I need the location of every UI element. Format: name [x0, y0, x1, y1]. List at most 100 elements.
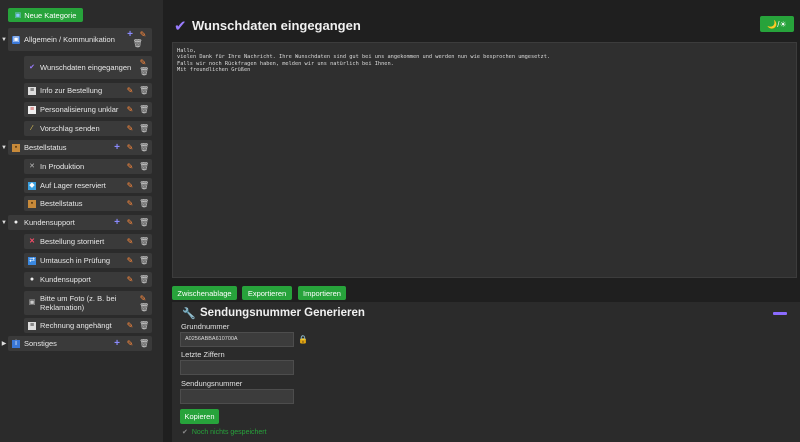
checkmark-icon: ✔	[29, 63, 35, 71]
edit-icon[interactable]: ✎	[126, 275, 134, 284]
trash-icon[interactable]: 🗑	[139, 124, 149, 133]
template-label: In Produktion	[40, 162, 85, 171]
collapse-arrow-icon[interactable]: ▼	[1, 220, 7, 226]
trash-icon[interactable]: 🗑	[139, 68, 149, 76]
last-digits-input[interactable]	[180, 360, 294, 375]
template-label: Rechnung angehängt	[40, 321, 112, 330]
edit-icon[interactable]: ✎	[126, 143, 134, 152]
category-allgemein[interactable]: ▼ ▣ Allgemein / Kommunikation + ✎ 🗑	[1, 28, 152, 51]
camera-icon: ▣	[28, 299, 36, 306]
base-number-label: Grundnummer	[181, 322, 230, 331]
checkmark-icon: ✔	[174, 18, 187, 35]
new-category-button[interactable]: ▣ Neue Kategorie	[8, 8, 83, 22]
trash-icon[interactable]: 🗑	[139, 162, 149, 171]
package-icon: ▪	[12, 143, 20, 152]
template-item[interactable]: ● Kundensupport ✎ 🗑	[24, 272, 152, 287]
template-label: Bestellung storniert	[40, 237, 105, 246]
template-label: Bitte um Foto (z. B. bei Reklamation)	[40, 294, 117, 312]
edit-icon[interactable]: ✎	[126, 237, 134, 246]
save-status: ✔ Noch nichts gespeichert	[182, 428, 267, 437]
category-sonstiges[interactable]: ▶ i Sonstiges + ✎ 🗑	[2, 336, 152, 351]
trash-icon[interactable]: 🗑	[139, 339, 149, 348]
template-item[interactable]: ▪ Bestellstatus ✎ 🗑	[24, 196, 152, 211]
collapse-arrow-icon[interactable]: ▼	[1, 145, 7, 151]
base-number-input[interactable]: A0256ABBA610700A	[180, 332, 294, 347]
add-icon[interactable]: +	[126, 30, 134, 40]
template-item[interactable]: ≡ Info zur Bestellung ✎ 🗑	[24, 83, 152, 98]
edit-icon[interactable]: ✎	[126, 162, 134, 171]
theme-toggle-button[interactable]: 🌙/☀	[760, 16, 794, 32]
add-icon[interactable]: +	[113, 217, 121, 227]
template-label: Personalisierung unklar	[40, 105, 119, 114]
last-digits-label: Letzte Ziffern	[181, 350, 225, 359]
collapse-arrow-icon[interactable]: ▼	[1, 37, 7, 43]
chat-icon: ●	[13, 218, 19, 226]
edit-icon[interactable]: ✎	[139, 31, 147, 39]
trash-icon[interactable]: 🗑	[139, 275, 149, 284]
category-bestellstatus[interactable]: ▼ ▪ Bestellstatus + ✎ 🗑	[1, 140, 152, 155]
document-icon: ≡	[28, 321, 36, 330]
edit-icon[interactable]: ✎	[126, 124, 134, 133]
template-label: Kundensupport	[40, 275, 91, 284]
sidebar-scrollbar[interactable]	[165, 0, 171, 442]
trash-icon[interactable]: 🗑	[139, 105, 149, 114]
edit-icon[interactable]: ✎	[126, 321, 134, 330]
trash-icon[interactable]: 🗑	[139, 86, 149, 95]
add-icon[interactable]: +	[113, 142, 121, 152]
checkmark-icon: ✔	[182, 429, 188, 436]
template-item[interactable]: ✕ Bestellung storniert ✎ 🗑	[24, 234, 152, 249]
wrench-icon: 🔧	[182, 308, 196, 320]
template-label: Wunschdaten eingegangen	[40, 63, 132, 72]
category-kundensupport[interactable]: ▼ ● Kundensupport + ✎ 🗑	[1, 215, 152, 230]
category-label: Kundensupport	[24, 218, 75, 227]
trash-icon[interactable]: 🗑	[139, 218, 149, 227]
edit-icon[interactable]: ✎	[139, 59, 147, 67]
tools-icon: ✕	[29, 162, 35, 170]
copy-button[interactable]: Kopieren	[180, 409, 219, 424]
template-item[interactable]: ≡ Personalisierung unklar ✎ 🗑	[24, 102, 152, 117]
edit-icon[interactable]: ✎	[126, 86, 134, 95]
new-category-label: Neue Kategorie	[24, 10, 77, 20]
template-label: Auf Lager reserviert	[40, 181, 106, 190]
trash-icon[interactable]: 🗑	[133, 40, 143, 48]
exchange-icon: ⇄	[28, 256, 36, 265]
edit-icon[interactable]: ✎	[139, 294, 147, 303]
document-icon: ≡	[28, 86, 36, 95]
template-item[interactable]: ⁄ Vorschlag senden ✎ 🗑	[24, 121, 152, 136]
add-icon[interactable]: +	[113, 338, 121, 348]
export-button[interactable]: Exportieren	[242, 286, 292, 300]
chat-icon: ●	[29, 275, 35, 283]
trash-icon[interactable]: 🗑	[139, 303, 149, 312]
notepad-icon: ≡	[28, 105, 36, 114]
template-item[interactable]: ▣ Bitte um Foto (z. B. bei Reklamation) …	[24, 291, 152, 315]
edit-icon[interactable]: ✎	[126, 181, 134, 190]
trash-icon[interactable]: 🗑	[139, 199, 149, 208]
lock-icon[interactable]: 🔒	[298, 335, 308, 344]
trash-icon[interactable]: 🗑	[139, 237, 149, 246]
collapse-icon[interactable]	[773, 312, 787, 315]
template-item[interactable]: ✕ In Produktion ✎ 🗑	[24, 159, 152, 174]
edit-icon[interactable]: ✎	[126, 218, 134, 227]
category-label: Sonstiges	[24, 339, 57, 348]
tracking-number-input[interactable]	[180, 389, 294, 404]
cross-icon: ✕	[29, 237, 35, 245]
template-item[interactable]: ⇄ Umtausch in Prüfung ✎ 🗑	[24, 253, 152, 268]
message-editor[interactable]: Hallo, vielen Dank für Ihre Nachricht. I…	[172, 42, 797, 278]
edit-icon[interactable]: ✎	[126, 105, 134, 114]
template-item[interactable]: ≡ Rechnung angehängt ✎ 🗑	[24, 318, 152, 333]
folder-icon: ▣	[14, 12, 22, 19]
edit-icon[interactable]: ✎	[126, 199, 134, 208]
edit-icon[interactable]: ✎	[126, 339, 134, 348]
speech-bubble-icon: ▣	[12, 35, 20, 44]
import-button[interactable]: Importieren	[298, 286, 346, 300]
trash-icon[interactable]: 🗑	[139, 256, 149, 265]
trash-icon[interactable]: 🗑	[139, 143, 149, 152]
template-item[interactable]: ✔ Wunschdaten eingegangen ✎ 🗑	[24, 56, 152, 79]
edit-icon[interactable]: ✎	[126, 256, 134, 265]
page-title: Wunschdaten eingegangen	[192, 18, 361, 33]
trash-icon[interactable]: 🗑	[139, 321, 149, 330]
template-item[interactable]: ◆ Auf Lager reserviert ✎ 🗑	[24, 178, 152, 193]
clipboard-button[interactable]: Zwischenablage	[172, 286, 237, 300]
trash-icon[interactable]: 🗑	[139, 181, 149, 190]
expand-arrow-icon[interactable]: ▶	[1, 340, 7, 347]
